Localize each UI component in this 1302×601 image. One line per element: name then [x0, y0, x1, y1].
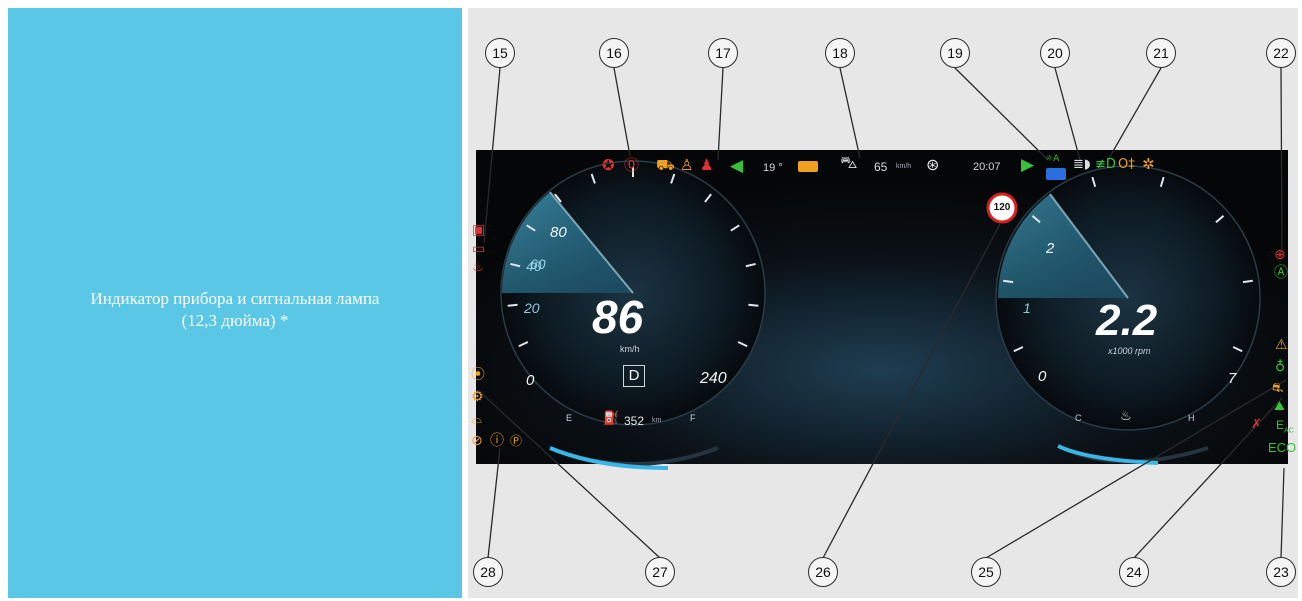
door-open-icon: ✗ [1251, 417, 1262, 432]
rpm-unit: x1000 rpm [1108, 346, 1151, 356]
fuel-range: 352 [624, 414, 645, 428]
rpm-value: 2.2 [1096, 296, 1158, 345]
callout-17: 17 [708, 38, 738, 68]
rpm-dial-tick [1003, 279, 1014, 284]
esp-off-icon: ⛐ [1272, 381, 1284, 396]
callout-21: 21 [1146, 38, 1176, 68]
road-ice-icon [798, 161, 818, 172]
battery-charge-icon: ▭ [472, 241, 486, 257]
energy-flow-icon: EAC [1276, 418, 1294, 435]
speed-unit: km/h [620, 344, 640, 354]
steering-assist-icon: ⌓ [471, 411, 483, 427]
fuel-full-label: F [690, 413, 696, 423]
airbag-warning-icon: ✪ [602, 156, 615, 174]
speed-value: 86 [592, 291, 644, 343]
seatbelt-passenger-icon: ♟ [700, 156, 714, 174]
parking-brake-icon: ⊘ [471, 433, 483, 449]
outside-temperature: 19 ° [763, 162, 783, 174]
rpm-tick-2: 2 [1046, 240, 1055, 257]
rpm-tick-1: 1 [1023, 300, 1031, 316]
callout-28: 28 [473, 557, 503, 587]
speed-tick-80: 80 [550, 224, 567, 241]
headlight-level-icon: ≣◗ [1073, 157, 1091, 172]
turn-signal-right-icon: ▶ [1021, 155, 1035, 175]
callout-22: 22 [1266, 38, 1296, 68]
high-beam-icon [1046, 168, 1066, 180]
callout-16: 16 [599, 38, 629, 68]
speed-tick-60: 60 [530, 256, 546, 272]
clock: 20:07 [973, 161, 1001, 173]
auto-light-icon: ☼A [1045, 154, 1060, 164]
seatbelt-icon: ♙ [680, 156, 694, 174]
engine-check-icon: ⚙ [471, 389, 484, 405]
rpm-tick-0: 0 [1038, 368, 1047, 385]
brake-warning-icon: ⓪ [624, 156, 640, 174]
auto-hold-warning-icon: ⊕ [1274, 247, 1286, 263]
fuel-range-unit: km [652, 417, 662, 424]
gear-indicator: D [623, 365, 645, 387]
oil-pressure-icon: ♨ [472, 260, 484, 275]
speed-dial-tick [748, 303, 759, 307]
callout-15: 15 [485, 38, 515, 68]
speed-tick-240: 240 [700, 370, 727, 387]
callout-27: 27 [645, 557, 675, 587]
speed-limit-value: 120 [993, 202, 1011, 213]
lane-assist-icon: ⛟ [656, 156, 675, 174]
temp-cold-label: C [1075, 413, 1082, 423]
cluster-figure: 15 16 17 18 19 20 21 22 23 24 25 26 27 2… [468, 8, 1298, 598]
callout-20: 20 [1040, 38, 1070, 68]
rear-fog-icon: O‡ [1118, 157, 1135, 172]
fuel-empty-label: E [566, 413, 573, 423]
cruise-unit: km/h [896, 163, 912, 170]
callout-25: 25 [971, 557, 1001, 587]
rpm-dial-tick [1242, 279, 1253, 284]
auto-hold-icon: Ⓐ [1274, 265, 1288, 281]
caption-line-2: (12,3 дюйма) * [181, 311, 289, 330]
turn-signal-left-icon: ◀ [730, 156, 744, 176]
adaptive-cruise-icon: ⛍ [840, 153, 858, 173]
eco-mode-label: ECO [1268, 440, 1297, 455]
caption-line-1: Индикатор прибора и сигнальная лампа [90, 289, 380, 308]
speed-tick-0: 0 [526, 372, 535, 389]
caption-text: Индикатор прибора и сигнальная лампа (12… [8, 288, 462, 332]
hill-descent-icon: ⛰ [1274, 399, 1285, 414]
tire-pressure-icon: ⦿ [471, 367, 485, 383]
caption-panel: Индикатор прибора и сигнальная лампа (12… [8, 8, 462, 598]
cruise-speed: 65 [874, 160, 888, 174]
temp-hot-label: H [1188, 413, 1195, 423]
callout-26: 26 [808, 557, 838, 587]
coolant-temp-icon: ♨ [1120, 409, 1132, 424]
speed-dial-tick [507, 303, 518, 307]
callout-24: 24 [1119, 557, 1149, 587]
battery-icon: ▣ [472, 222, 486, 238]
steering-wheel-icon: ⊛ [926, 155, 940, 174]
callout-23: 23 [1266, 557, 1296, 587]
brake-fault-icon: ⓘ [490, 433, 504, 449]
eco-drive-icon: ♁ [1275, 359, 1286, 375]
abs-icon: Ⓟ [510, 434, 523, 448]
front-fog-icon: ≢D [1095, 157, 1116, 172]
speed-tick-20: 20 [524, 300, 540, 316]
callout-19: 19 [940, 38, 970, 68]
position-light-icon: ✲ [1142, 155, 1155, 173]
rpm-tick-7-label: 7 [1228, 370, 1237, 387]
fuel-pump-icon: ⛽ [603, 411, 620, 426]
callout-18: 18 [825, 38, 855, 68]
master-warning-icon: ⚠ [1275, 337, 1288, 353]
